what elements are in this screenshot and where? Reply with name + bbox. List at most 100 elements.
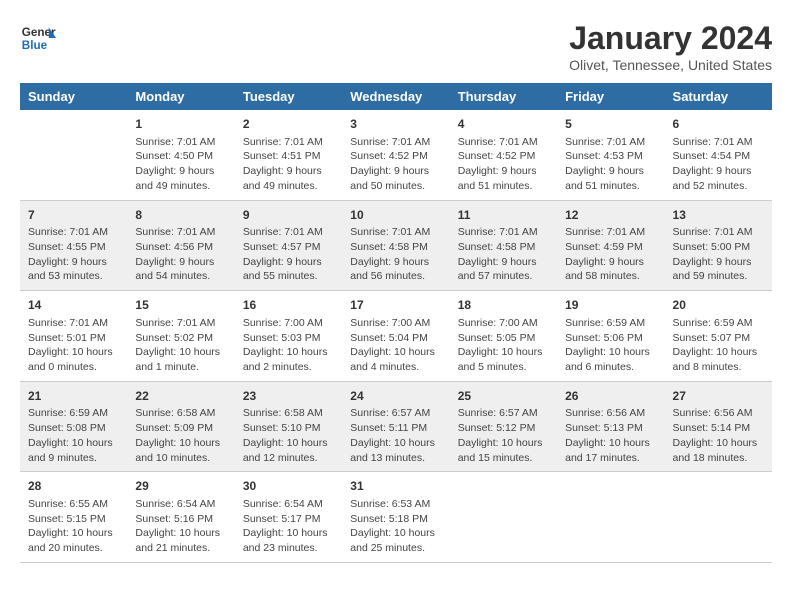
day-info: Sunrise: 6:55 AM Sunset: 5:15 PM Dayligh… [28,497,119,556]
day-number: 5 [565,116,656,133]
title-area: January 2024 Olivet, Tennessee, United S… [569,20,772,73]
day-info: Sunrise: 6:57 AM Sunset: 5:12 PM Dayligh… [458,406,549,465]
calendar-cell: 3 Sunrise: 7:01 AM Sunset: 4:52 PM Daylig… [342,110,449,200]
calendar-cell: 24Sunrise: 6:57 AM Sunset: 5:11 PM Dayli… [342,381,449,472]
day-number: 1 [135,116,226,133]
calendar-cell: 13Sunrise: 7:01 AM Sunset: 5:00 PM Dayli… [665,200,772,291]
calendar-cell: 19Sunrise: 6:59 AM Sunset: 5:06 PM Dayli… [557,291,664,382]
logo: General Blue [20,20,56,56]
logo-icon: General Blue [20,20,56,56]
day-number: 22 [135,388,226,405]
day-number: 15 [135,297,226,314]
day-number: 18 [458,297,549,314]
day-info: Sunrise: 6:58 AM Sunset: 5:09 PM Dayligh… [135,406,226,465]
page-header: General Blue January 2024 Olivet, Tennes… [20,20,772,73]
calendar-cell [557,472,664,563]
calendar-cell: 27Sunrise: 6:56 AM Sunset: 5:14 PM Dayli… [665,381,772,472]
day-number: 3 [350,116,441,133]
day-number: 12 [565,207,656,224]
day-info: Sunrise: 7:01 AM Sunset: 4:56 PM Dayligh… [135,225,226,284]
calendar-cell: 21Sunrise: 6:59 AM Sunset: 5:08 PM Dayli… [20,381,127,472]
day-info: Sunrise: 7:01 AM Sunset: 4:59 PM Dayligh… [565,225,656,284]
day-info: Sunrise: 6:56 AM Sunset: 5:14 PM Dayligh… [673,406,764,465]
calendar-cell: 4Sunrise: 7:01 AM Sunset: 4:52 PM Daylig… [450,110,557,200]
calendar-week-row: 14Sunrise: 7:01 AM Sunset: 5:01 PM Dayli… [20,291,772,382]
calendar-cell: 1 Sunrise: 7:01 AM Sunset: 4:50 PM Daylig… [127,110,234,200]
day-info: Sunrise: 6:59 AM Sunset: 5:08 PM Dayligh… [28,406,119,465]
day-number: 17 [350,297,441,314]
day-number: 21 [28,388,119,405]
month-title: January 2024 [569,20,772,57]
calendar-cell: 9Sunrise: 7:01 AM Sunset: 4:57 PM Daylig… [235,200,342,291]
day-info: Sunrise: 6:59 AM Sunset: 5:07 PM Dayligh… [673,316,764,375]
calendar-cell: 11Sunrise: 7:01 AM Sunset: 4:58 PM Dayli… [450,200,557,291]
day-info: Sunrise: 7:01 AM Sunset: 4:55 PM Dayligh… [28,225,119,284]
day-info: Sunrise: 7:01 AM Sunset: 4:52 PM Dayligh… [458,135,549,194]
day-number: 9 [243,207,334,224]
day-info: Sunrise: 6:54 AM Sunset: 5:17 PM Dayligh… [243,497,334,556]
day-number: 24 [350,388,441,405]
day-info: Sunrise: 7:00 AM Sunset: 5:04 PM Dayligh… [350,316,441,375]
day-number: 20 [673,297,764,314]
day-number: 29 [135,478,226,495]
calendar-cell: 2Sunrise: 7:01 AM Sunset: 4:51 PM Daylig… [235,110,342,200]
calendar-cell: 17 Sunrise: 7:00 AM Sunset: 5:04 PM Dayli… [342,291,449,382]
day-info: Sunrise: 7:01 AM Sunset: 4:51 PM Dayligh… [243,135,334,194]
calendar-cell: 7Sunrise: 7:01 AM Sunset: 4:55 PM Daylig… [20,200,127,291]
day-number: 16 [243,297,334,314]
calendar-week-row: 7Sunrise: 7:01 AM Sunset: 4:55 PM Daylig… [20,200,772,291]
calendar-cell: 20 Sunrise: 6:59 AM Sunset: 5:07 PM Dayli… [665,291,772,382]
day-number: 8 [135,207,226,224]
day-number: 6 [673,116,764,133]
weekday-header-friday: Friday [557,83,664,110]
calendar-cell: 31Sunrise: 6:53 AM Sunset: 5:18 PM Dayli… [342,472,449,563]
day-number: 13 [673,207,764,224]
location: Olivet, Tennessee, United States [569,57,772,73]
calendar-cell: 29 Sunrise: 6:54 AM Sunset: 5:16 PM Dayli… [127,472,234,563]
day-info: Sunrise: 7:01 AM Sunset: 4:53 PM Dayligh… [565,135,656,194]
calendar-cell: 5 Sunrise: 7:01 AM Sunset: 4:53 PM Daylig… [557,110,664,200]
day-info: Sunrise: 7:00 AM Sunset: 5:03 PM Dayligh… [243,316,334,375]
calendar-cell: 28 Sunrise: 6:55 AM Sunset: 5:15 PM Dayli… [20,472,127,563]
day-info: Sunrise: 7:01 AM Sunset: 5:02 PM Dayligh… [135,316,226,375]
calendar-week-row: 21Sunrise: 6:59 AM Sunset: 5:08 PM Dayli… [20,381,772,472]
day-number: 14 [28,297,119,314]
day-info: Sunrise: 7:01 AM Sunset: 4:58 PM Dayligh… [458,225,549,284]
day-info: Sunrise: 7:00 AM Sunset: 5:05 PM Dayligh… [458,316,549,375]
calendar-cell: 26Sunrise: 6:56 AM Sunset: 5:13 PM Dayli… [557,381,664,472]
calendar-cell: 8Sunrise: 7:01 AM Sunset: 4:56 PM Daylig… [127,200,234,291]
day-number: 7 [28,207,119,224]
calendar-cell: 12Sunrise: 7:01 AM Sunset: 4:59 PM Dayli… [557,200,664,291]
day-info: Sunrise: 7:01 AM Sunset: 4:54 PM Dayligh… [673,135,764,194]
day-number: 11 [458,207,549,224]
calendar-cell [665,472,772,563]
calendar-cell: 23Sunrise: 6:58 AM Sunset: 5:10 PM Dayli… [235,381,342,472]
calendar-week-row: 28 Sunrise: 6:55 AM Sunset: 5:15 PM Dayli… [20,472,772,563]
day-info: Sunrise: 7:01 AM Sunset: 5:00 PM Dayligh… [673,225,764,284]
calendar-cell: 22Sunrise: 6:58 AM Sunset: 5:09 PM Dayli… [127,381,234,472]
weekday-header-thursday: Thursday [450,83,557,110]
day-info: Sunrise: 7:01 AM Sunset: 4:50 PM Dayligh… [135,135,226,194]
day-number: 30 [243,478,334,495]
weekday-header-sunday: Sunday [20,83,127,110]
day-info: Sunrise: 6:54 AM Sunset: 5:16 PM Dayligh… [135,497,226,556]
calendar-cell: 25Sunrise: 6:57 AM Sunset: 5:12 PM Dayli… [450,381,557,472]
calendar-cell [450,472,557,563]
calendar-cell: 10Sunrise: 7:01 AM Sunset: 4:58 PM Dayli… [342,200,449,291]
day-info: Sunrise: 6:53 AM Sunset: 5:18 PM Dayligh… [350,497,441,556]
day-number: 10 [350,207,441,224]
day-info: Sunrise: 6:59 AM Sunset: 5:06 PM Dayligh… [565,316,656,375]
calendar-cell: 30 Sunrise: 6:54 AM Sunset: 5:17 PM Dayli… [235,472,342,563]
calendar-week-row: 1 Sunrise: 7:01 AM Sunset: 4:50 PM Daylig… [20,110,772,200]
day-info: Sunrise: 7:01 AM Sunset: 4:58 PM Dayligh… [350,225,441,284]
calendar-table: SundayMondayTuesdayWednesdayThursdayFrid… [20,83,772,563]
day-number: 25 [458,388,549,405]
weekday-header-monday: Monday [127,83,234,110]
day-number: 28 [28,478,119,495]
calendar-cell: 16 Sunrise: 7:00 AM Sunset: 5:03 PM Dayli… [235,291,342,382]
day-info: Sunrise: 7:01 AM Sunset: 4:52 PM Dayligh… [350,135,441,194]
calendar-cell: 15 Sunrise: 7:01 AM Sunset: 5:02 PM Dayli… [127,291,234,382]
day-info: Sunrise: 6:58 AM Sunset: 5:10 PM Dayligh… [243,406,334,465]
calendar-cell: 18 Sunrise: 7:00 AM Sunset: 5:05 PM Dayli… [450,291,557,382]
day-number: 26 [565,388,656,405]
